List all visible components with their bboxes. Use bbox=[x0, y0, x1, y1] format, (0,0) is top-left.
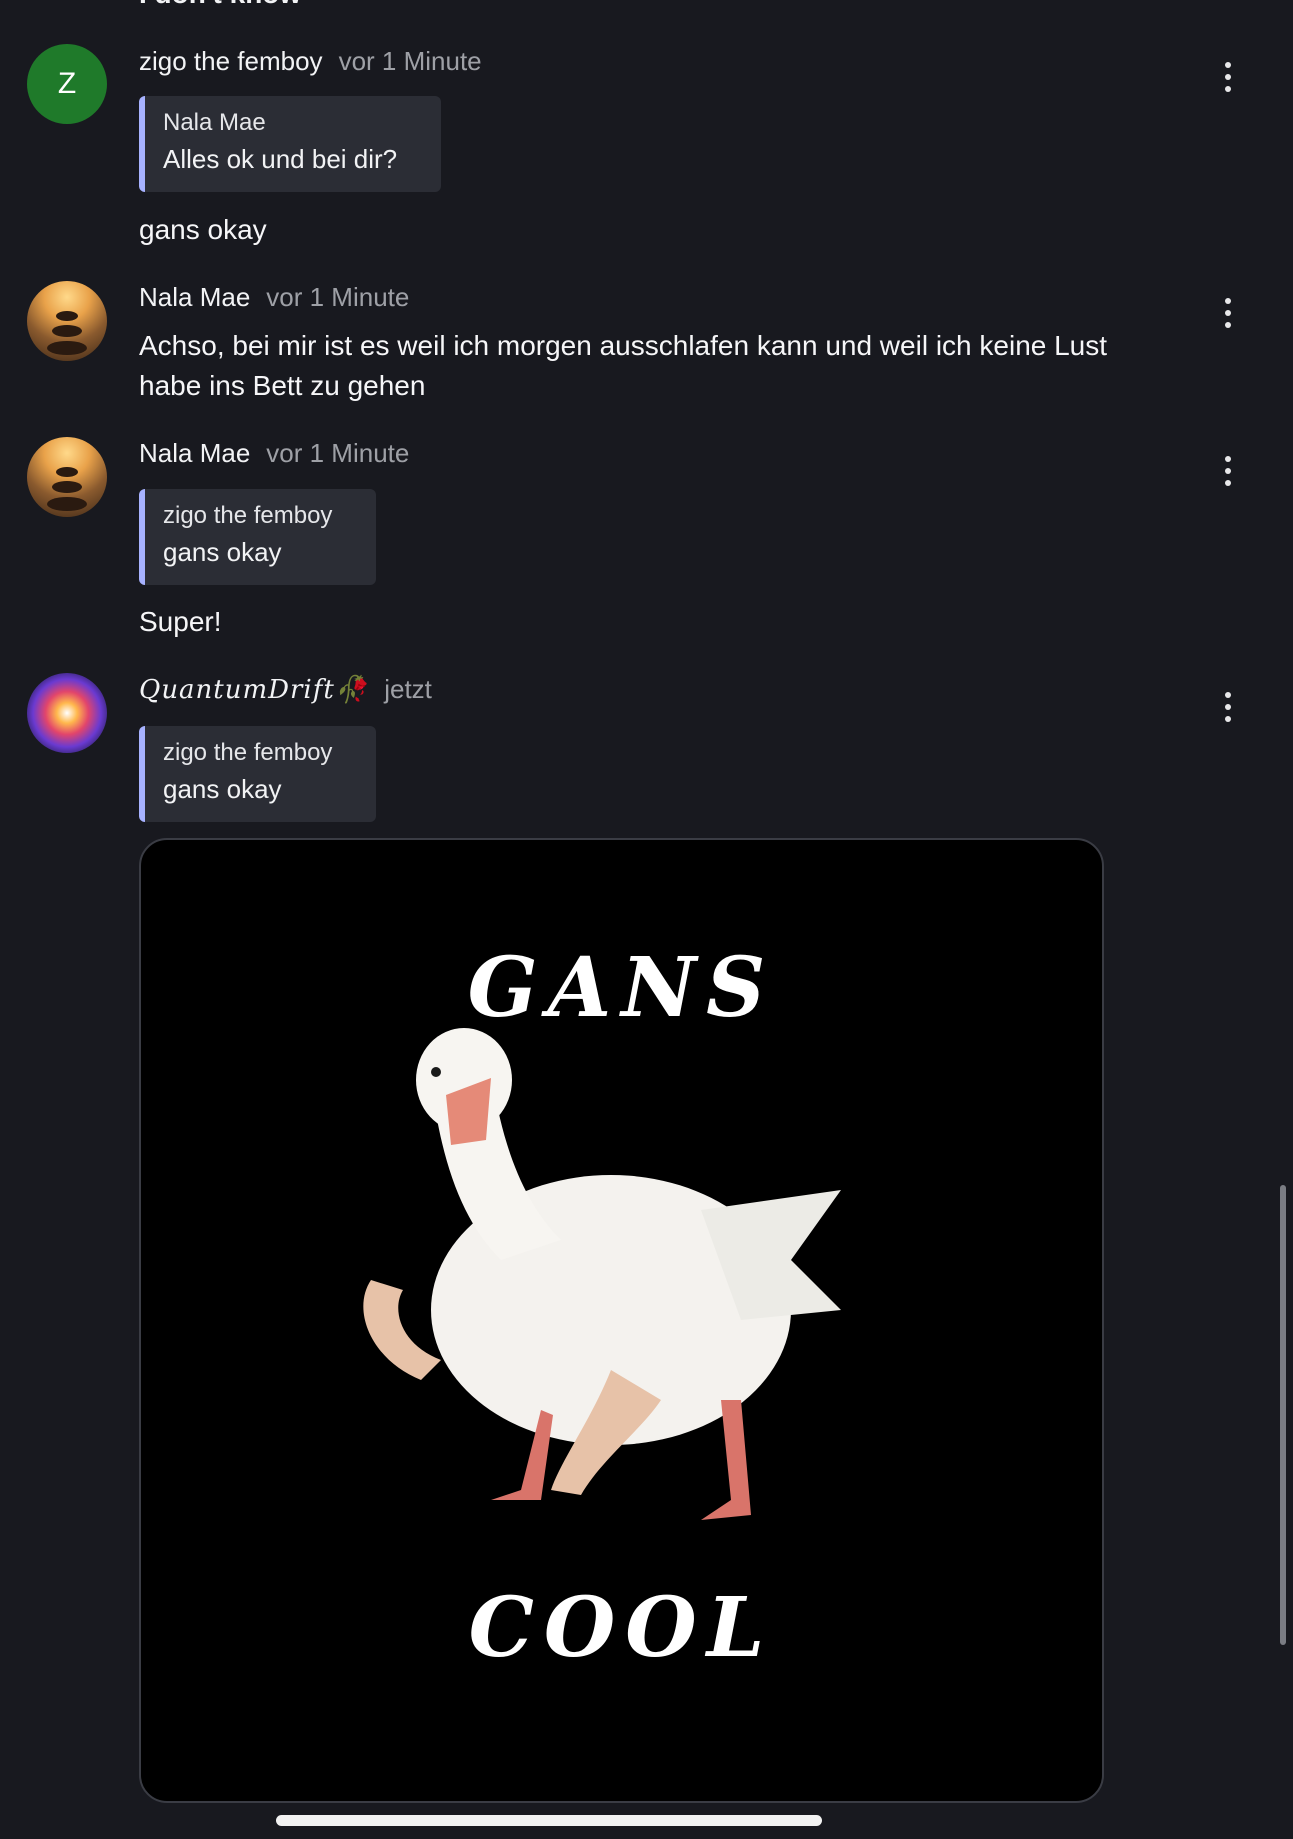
avatar[interactable] bbox=[27, 437, 107, 517]
message-header: zigo the femboy vor 1 Minute bbox=[139, 46, 482, 77]
message-image[interactable]: GANS COOL bbox=[139, 838, 1104, 1803]
quote-text: gans okay bbox=[163, 774, 282, 804]
quote-author: zigo the femboy bbox=[163, 739, 333, 766]
more-vertical-icon[interactable] bbox=[1218, 298, 1238, 328]
quote-author: Nala Mae bbox=[163, 109, 266, 136]
image-bottom-text: COOL bbox=[468, 1580, 775, 1676]
reply-quote[interactable]: zigo the femboy gans okay bbox=[139, 726, 376, 822]
message-header: QuantumDrift🥀 jetzt bbox=[139, 674, 432, 705]
quote-author: zigo the femboy bbox=[163, 502, 333, 529]
avatar-letter: Z bbox=[57, 67, 77, 100]
message-author[interactable]: QuantumDrift🥀 bbox=[139, 675, 368, 705]
avatar[interactable]: Z bbox=[27, 44, 107, 124]
message-time: vor 1 Minute bbox=[266, 282, 410, 312]
scrollbar[interactable] bbox=[1280, 1185, 1286, 1645]
quote-text: Alles ok und bei dir? bbox=[163, 144, 398, 174]
message-text-line: Achso, bei mir ist es weil ich morgen au… bbox=[139, 330, 1108, 361]
message-text-line: habe ins Bett zu gehen bbox=[139, 370, 426, 401]
message-header: Nala Mae vor 1 Minute bbox=[139, 282, 409, 313]
message-text: Achso, bei mir ist es weil ich morgen au… bbox=[139, 326, 1219, 406]
avatar-image bbox=[56, 311, 78, 321]
message-time: vor 1 Minute bbox=[338, 46, 482, 76]
message-text: gans okay bbox=[139, 214, 267, 245]
reply-quote[interactable]: Nala Mae Alles ok und bei dir? bbox=[139, 96, 441, 192]
previous-message-text: I don't know bbox=[139, 0, 301, 10]
message-time: jetzt bbox=[384, 674, 432, 704]
more-vertical-icon[interactable] bbox=[1218, 62, 1238, 92]
message-author[interactable]: Nala Mae bbox=[139, 282, 250, 313]
message-header: Nala Mae vor 1 Minute bbox=[139, 438, 409, 469]
reply-quote[interactable]: zigo the femboy gans okay bbox=[139, 489, 376, 585]
quote-text: gans okay bbox=[163, 537, 282, 567]
message-time: vor 1 Minute bbox=[266, 438, 410, 468]
avatar[interactable] bbox=[27, 673, 107, 753]
message-author[interactable]: Nala Mae bbox=[139, 438, 250, 469]
home-indicator[interactable] bbox=[276, 1815, 822, 1826]
avatar-image bbox=[56, 467, 78, 477]
message-author[interactable]: zigo the femboy bbox=[139, 46, 323, 77]
message-text: Super! bbox=[139, 606, 222, 637]
avatar[interactable] bbox=[27, 281, 107, 361]
more-vertical-icon[interactable] bbox=[1218, 692, 1238, 722]
more-vertical-icon[interactable] bbox=[1218, 456, 1238, 486]
